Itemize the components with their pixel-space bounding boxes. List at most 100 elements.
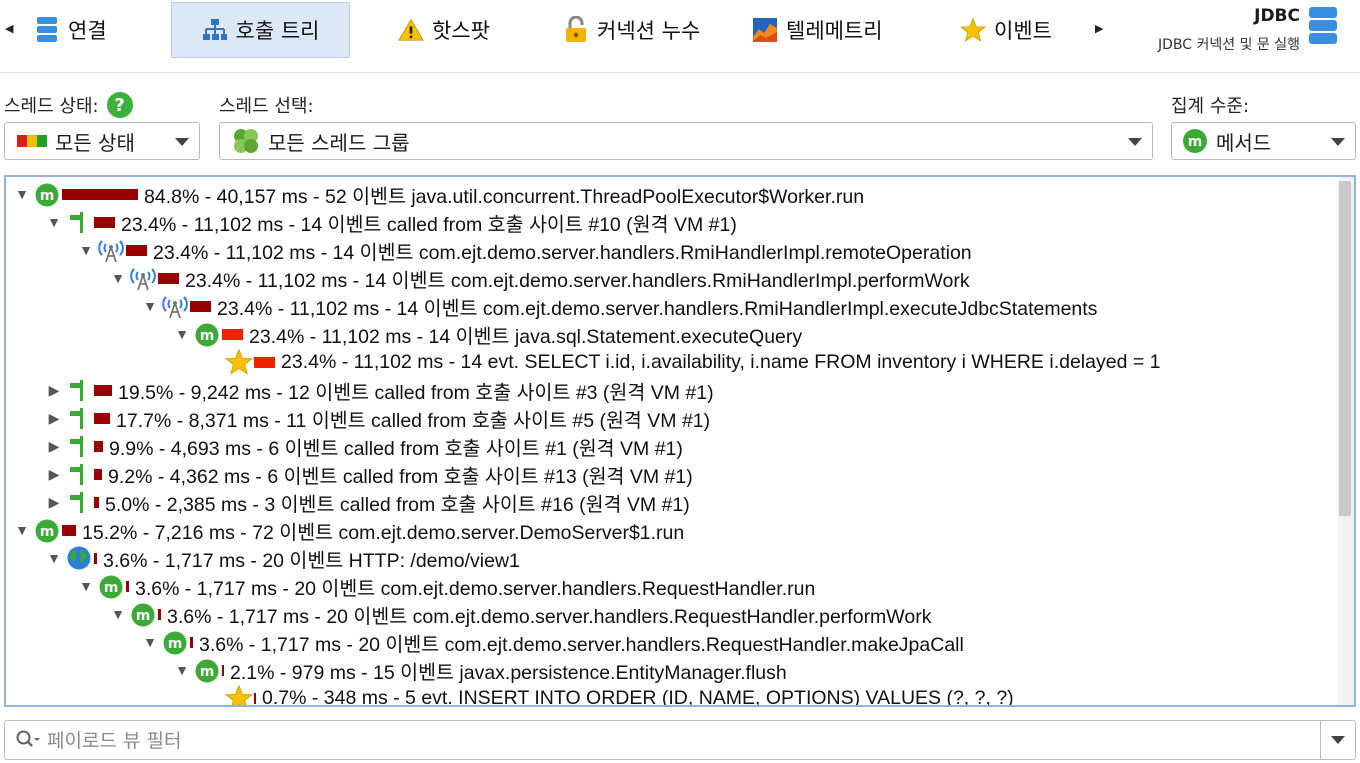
- filter-options-dropdown[interactable]: [1320, 721, 1355, 759]
- tree-node[interactable]: 23.4% - 11,102 ms - 14 evt. SELECT i.id,…: [204, 348, 1160, 376]
- tree-node[interactable]: ▶ 5.0% - 2,385 ms - 3 이벤트 called from 호출 …: [44, 488, 690, 516]
- expand-toggle-icon[interactable]: ▶: [44, 494, 64, 511]
- percentage-bar: [254, 356, 275, 368]
- collapse-toggle-icon[interactable]: ▼: [108, 606, 128, 622]
- tree-node[interactable]: ▼ 3.6% - 1,717 ms - 20 이벤트 HTTP: /demo/vi…: [44, 544, 520, 572]
- svg-text:m: m: [40, 188, 55, 204]
- remote-antenna-icon: [96, 237, 126, 263]
- collapse-toggle-icon[interactable]: ▼: [12, 522, 32, 538]
- call-tree-view[interactable]: ▼ m 84.8% - 40,157 ms - 52 이벤트 java.util.c…: [4, 175, 1356, 707]
- collapse-toggle-icon[interactable]: ▼: [12, 186, 32, 202]
- thread-state-icon: [17, 134, 47, 148]
- collapse-toggle-icon[interactable]: ▼: [44, 550, 64, 566]
- tree-node[interactable]: ▼ m 23.4% - 11,102 ms - 14 이벤트 java.sql.St…: [172, 320, 802, 348]
- collapse-toggle-icon[interactable]: ▼: [108, 270, 128, 286]
- tree-node[interactable]: ▼ 23.4% - 11,102 ms - 14 이벤트 com.ejt.demo…: [76, 236, 972, 264]
- star-icon: [960, 17, 986, 43]
- percentage-bar: [222, 328, 243, 340]
- scroll-left-arrow-icon[interactable]: ◀: [5, 22, 13, 35]
- tree-node-label: 9.9% - 4,693 ms - 6 이벤트 called from 호출 사…: [109, 437, 683, 460]
- telemetry-icon: [752, 17, 778, 43]
- tree-node-label: 0.7% - 348 ms - 5 evt. INSERT INTO ORDER…: [262, 686, 1014, 707]
- percentage-bar: [158, 608, 161, 620]
- call-site-icon: [64, 433, 94, 459]
- tree-node-label: 17.7% - 8,371 ms - 11 이벤트 called from 호출…: [116, 409, 711, 432]
- tree-node[interactable]: ▶ 9.9% - 4,693 ms - 6 이벤트 called from 호출 …: [44, 432, 683, 460]
- call-site-icon: [64, 377, 94, 403]
- tree-node-label: 23.4% - 11,102 ms - 14 이벤트 called from 호…: [121, 213, 737, 236]
- tree-node-label: 19.5% - 9,242 ms - 12 이벤트 called from 호출…: [118, 381, 714, 404]
- chevron-down-icon: [1331, 736, 1345, 744]
- aggregation-combo[interactable]: m 메서드: [1171, 122, 1356, 160]
- tab-telemetry[interactable]: 텔레메트리: [752, 2, 883, 58]
- payload-filter-input[interactable]: [45, 725, 1309, 757]
- help-icon[interactable]: ?: [106, 92, 133, 118]
- globe-icon: [64, 545, 94, 571]
- expand-toggle-icon[interactable]: ▶: [44, 382, 64, 399]
- tree-node-label: 2.1% - 979 ms - 15 이벤트 javax.persistence…: [230, 661, 787, 684]
- thread-state-combo[interactable]: 모든 상태: [4, 122, 200, 160]
- thread-select-combo[interactable]: 모든 스레드 그룹: [219, 122, 1153, 160]
- percentage-bar: [126, 580, 129, 592]
- tree-node-label: 3.6% - 1,717 ms - 20 이벤트 HTTP: /demo/vie…: [103, 549, 520, 572]
- tree-node-label: 23.4% - 11,102 ms - 14 evt. SELECT i.id,…: [281, 350, 1161, 373]
- tree-node-label: 23.4% - 11,102 ms - 14 이벤트 com.ejt.demo.…: [153, 241, 972, 264]
- tree-node[interactable]: ▼ m 2.1% - 979 ms - 15 이벤트 javax.persisten…: [172, 656, 787, 684]
- tree-node[interactable]: ▼ m 3.6% - 1,717 ms - 20 이벤트 com.ejt.demo.…: [108, 600, 931, 628]
- tab-call-tree[interactable]: 호출 트리: [171, 2, 350, 58]
- view-subtitle: JDBC 커넥션 및 문 실행: [1157, 37, 1300, 53]
- collapse-toggle-icon[interactable]: ▼: [172, 662, 192, 678]
- search-icon[interactable]: [15, 729, 41, 755]
- tree-node[interactable]: ▼ m 84.8% - 40,157 ms - 52 이벤트 java.util.c…: [12, 180, 864, 208]
- collapse-toggle-icon[interactable]: ▼: [44, 214, 64, 230]
- database-icon: [1308, 6, 1338, 50]
- percentage-bar: [158, 272, 179, 284]
- tree-node[interactable]: ▼ 23.4% - 11,102 ms - 14 이벤트 com.ejt.demo…: [108, 264, 970, 292]
- collapse-toggle-icon[interactable]: ▼: [140, 298, 160, 314]
- tree-node[interactable]: ▶ 9.2% - 4,362 ms - 6 이벤트 called from 호출 …: [44, 460, 693, 488]
- tree-node[interactable]: ▶ 19.5% - 9,242 ms - 12 이벤트 called from 호…: [44, 376, 714, 404]
- tree-node[interactable]: ▼ 23.4% - 11,102 ms - 14 이벤트 com.ejt.demo…: [140, 292, 1097, 320]
- tree-node-label: 3.6% - 1,717 ms - 20 이벤트 com.ejt.demo.se…: [135, 577, 816, 600]
- collapse-toggle-icon[interactable]: ▼: [140, 634, 160, 650]
- tree-node-label: 84.8% - 40,157 ms - 52 이벤트 java.util.con…: [144, 185, 865, 208]
- tab-connections[interactable]: 연결: [34, 2, 107, 58]
- tree-node[interactable]: 0.7% - 348 ms - 5 evt. INSERT INTO ORDER…: [204, 684, 1014, 707]
- expand-toggle-icon[interactable]: ▶: [44, 466, 64, 483]
- call-site-icon: [64, 405, 94, 431]
- collapse-toggle-icon[interactable]: ▼: [76, 578, 96, 594]
- collapse-toggle-icon[interactable]: ▼: [172, 326, 192, 342]
- svg-text:m: m: [136, 608, 151, 624]
- percentage-bar: [94, 384, 112, 396]
- tab-events[interactable]: 이벤트: [960, 2, 1052, 58]
- expand-toggle-icon[interactable]: ▶: [44, 438, 64, 455]
- vertical-scrollbar[interactable]: [1338, 177, 1354, 705]
- scrollbar-thumb[interactable]: [1339, 181, 1351, 516]
- percentage-bar: [62, 188, 138, 200]
- tree-node-label: 23.4% - 11,102 ms - 14 이벤트 com.ejt.demo.…: [217, 297, 1098, 320]
- expand-toggle-icon[interactable]: ▶: [44, 410, 64, 427]
- method-icon: m: [192, 321, 222, 347]
- tree-node-label: 3.6% - 1,717 ms - 20 이벤트 com.ejt.demo.se…: [167, 605, 932, 628]
- aggregation-label: 집계 수준:: [1171, 96, 1250, 117]
- tab-connection-leaks[interactable]: 커넥션 누수: [563, 2, 700, 58]
- tree-node[interactable]: ▶ 17.7% - 8,371 ms - 11 이벤트 called from 호…: [44, 404, 710, 432]
- svg-text:m: m: [200, 664, 215, 680]
- payload-filter: [4, 720, 1356, 760]
- tree-node[interactable]: ▼ 23.4% - 11,102 ms - 14 이벤트 called from …: [44, 208, 737, 236]
- tab-hotspots[interactable]: 핫스팟: [398, 2, 490, 58]
- scroll-right-arrow-icon[interactable]: ▶: [1095, 22, 1103, 35]
- aggregation-value: 메서드: [1216, 130, 1272, 155]
- star-icon: [224, 684, 254, 705]
- collapse-toggle-icon[interactable]: ▼: [76, 242, 96, 258]
- tree-node[interactable]: ▼ m 15.2% - 7,216 ms - 72 이벤트 com.ejt.demo…: [12, 516, 684, 544]
- tree-node-label: 5.0% - 2,385 ms - 3 이벤트 called from 호출 사…: [105, 493, 690, 516]
- thread-select-label: 스레드 선택:: [219, 96, 314, 117]
- chevron-down-icon: [1128, 138, 1142, 146]
- thread-group-icon: [232, 127, 260, 155]
- svg-text:m: m: [1188, 134, 1203, 150]
- tree-node[interactable]: ▼ m 3.6% - 1,717 ms - 20 이벤트 com.ejt.demo.…: [76, 572, 815, 600]
- thread-select-value: 모든 스레드 그룹: [268, 130, 410, 155]
- tab-label: 텔레메트리: [786, 19, 883, 43]
- tree-node[interactable]: ▼ m 3.6% - 1,717 ms - 20 이벤트 com.ejt.demo.…: [140, 628, 964, 656]
